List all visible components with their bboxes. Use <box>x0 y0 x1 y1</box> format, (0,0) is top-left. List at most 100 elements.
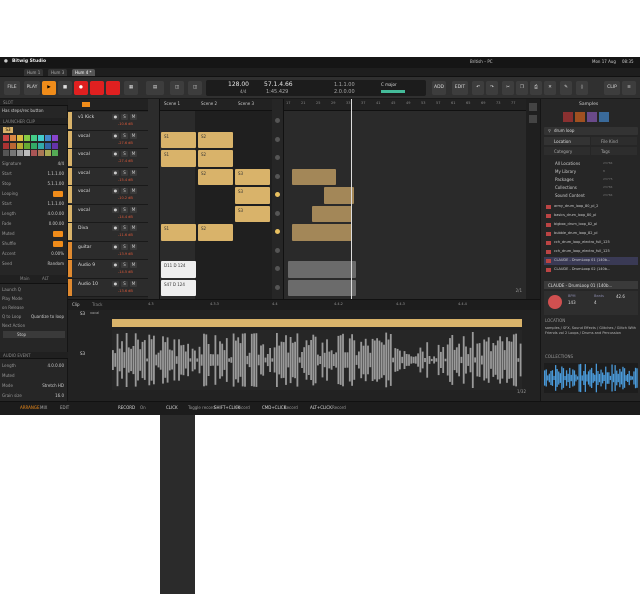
play-mode-row[interactable]: Play Mode <box>2 296 66 303</box>
record-arm-button[interactable]: ● <box>112 207 119 213</box>
launcher-clip[interactable]: D11 D 124 <box>161 261 196 278</box>
track-stop-icon[interactable] <box>275 285 280 290</box>
palette-swatch[interactable] <box>45 143 51 149</box>
track-stop-icon[interactable] <box>275 211 280 216</box>
app-name[interactable]: Bitwig Studio <box>12 60 46 65</box>
sample-file-item[interactable]: basics_drum_loop_80_pl <box>544 212 638 220</box>
devices-tab-icon[interactable] <box>563 112 573 122</box>
audio-waveform-editor[interactable] <box>112 330 522 390</box>
key-selector[interactable]: C major <box>381 83 397 87</box>
launcher-clip[interactable]: S1 <box>161 132 196 149</box>
samples-tab-icon[interactable] <box>587 112 597 122</box>
editor-ruler[interactable]: Clip Track 4.34.3.34.44.4.24.4.34.4.4 <box>68 300 540 310</box>
mute-button[interactable]: M <box>130 244 137 250</box>
empty-slot[interactable] <box>160 182 195 199</box>
arranger-audio-clip[interactable] <box>288 280 356 297</box>
loop-start[interactable]: 1.1.1.00 <box>334 83 355 88</box>
delete-icon[interactable]: ✕ <box>544 81 556 95</box>
track-name[interactable]: Diva <box>78 226 88 231</box>
track-header[interactable]: vocal-27.4 dB●SM <box>68 149 148 168</box>
track-volume[interactable]: -13.6 dB <box>118 289 133 293</box>
palette-swatch[interactable] <box>38 135 44 141</box>
inspector-row[interactable]: Accent0.00% <box>2 251 66 258</box>
arranger-clip[interactable] <box>292 169 336 186</box>
toggle-switch[interactable] <box>53 231 63 237</box>
track-stop-icon[interactable] <box>275 118 280 123</box>
palette-swatch[interactable] <box>10 135 16 141</box>
input-language[interactable]: British – PC <box>470 60 493 64</box>
track-stop-icon[interactable] <box>275 137 280 142</box>
track-volume[interactable]: -10.6 dB <box>118 122 133 126</box>
inspector-row[interactable]: Start1.1.1.00 <box>2 201 66 208</box>
palette-swatch[interactable] <box>45 150 51 156</box>
presets-tab-icon[interactable] <box>575 112 585 122</box>
empty-slot[interactable] <box>160 446 195 463</box>
menu-icon[interactable]: ≡ <box>622 81 636 95</box>
track-name[interactable]: guitar <box>78 245 91 250</box>
device-icon[interactable] <box>529 115 537 123</box>
inspector-row[interactable]: Stop5.1.1.00 <box>2 181 66 188</box>
record-arm-button[interactable]: ● <box>112 244 119 250</box>
palette-swatch[interactable] <box>45 135 51 141</box>
empty-slot[interactable] <box>160 429 195 446</box>
location-filter[interactable]: Location <box>544 137 590 145</box>
empty-slot[interactable] <box>160 116 195 133</box>
mute-button[interactable]: M <box>130 207 137 213</box>
record-button[interactable]: ● <box>74 81 88 95</box>
arranger-clip[interactable] <box>324 187 354 204</box>
sample-file-item[interactable]: CLAUDE - DrumLoop 01 (140b... <box>544 257 638 265</box>
clip-name[interactable]: S3 <box>3 127 13 133</box>
tempo-value[interactable]: 128.00 <box>228 82 249 88</box>
launcher-clip[interactable]: S2 <box>198 224 233 241</box>
inspector-row[interactable]: Looping <box>2 191 66 198</box>
launcher-clip[interactable]: S3 <box>235 187 270 204</box>
track-name[interactable]: v1 Kick <box>78 115 94 120</box>
slot-name[interactable]: Has steps/rec button <box>2 108 66 115</box>
track-header[interactable]: Audio 10-13.6 dB●SM <box>68 279 148 298</box>
overdub-button[interactable] <box>106 81 120 95</box>
preview-waveform[interactable] <box>544 363 638 393</box>
palette-swatch[interactable] <box>52 135 58 141</box>
copy-icon[interactable]: ❐ <box>516 81 528 95</box>
track-name[interactable]: vocal <box>78 152 90 157</box>
sample-file-item[interactable]: CLAUDE - DrumLoop 02 (140b... <box>544 266 638 274</box>
track-stop-icon[interactable] <box>275 174 280 179</box>
launch-q-row[interactable]: Launch Q <box>2 287 66 294</box>
track-volume[interactable]: -27.6 dB <box>118 141 133 145</box>
record-arm-button[interactable]: ● <box>112 188 119 194</box>
solo-button[interactable]: S <box>121 244 128 250</box>
q-to-loop-row[interactable]: Q to LoopQuantize to loop <box>2 314 66 321</box>
track-header[interactable]: vocal-27.6 dB●SM <box>68 131 148 150</box>
tab-hum1[interactable]: Hum 1 <box>24 69 43 76</box>
track-name[interactable]: Audio 10 <box>78 282 98 287</box>
empty-slot[interactable] <box>160 198 195 215</box>
toggle-switch[interactable] <box>53 191 63 197</box>
editor-tab-track[interactable]: Track <box>92 303 102 307</box>
play-menu-button[interactable]: PLAY <box>24 81 40 95</box>
sample-file-item[interactable]: cch_drum_loop_electro_full_125 <box>544 239 638 247</box>
palette-swatch[interactable] <box>3 150 9 156</box>
launcher-clip[interactable]: S2 <box>198 150 233 167</box>
inspector-row[interactable]: Length4.0.0.00 <box>2 211 66 218</box>
empty-slot[interactable] <box>160 545 195 562</box>
track-name[interactable]: vocal <box>78 171 90 176</box>
mute-button[interactable]: M <box>130 281 137 287</box>
track-name[interactable]: vocal <box>78 134 90 139</box>
track-volume[interactable]: -10.2 dB <box>118 196 133 200</box>
tab-hum4[interactable]: Hum 4 * <box>72 69 95 76</box>
scene-header[interactable]: Scene 2 <box>201 102 217 106</box>
undo-icon[interactable]: ↶ <box>472 81 484 95</box>
track-name[interactable]: vocal <box>78 189 90 194</box>
sample-file-item[interactable]: army_drum_loop_80_pl_2 <box>544 203 638 211</box>
edit-button[interactable]: EDIT <box>452 81 468 95</box>
audio-event-row[interactable]: Muted <box>2 373 66 380</box>
launcher-clip[interactable]: S2 <box>198 132 233 149</box>
solo-button[interactable]: S <box>121 151 128 157</box>
palette-swatch[interactable] <box>52 143 58 149</box>
solo-button[interactable]: S <box>121 262 128 268</box>
file-kind-filter[interactable]: File Kind <box>591 137 637 145</box>
timeline-ruler[interactable]: 17212529333741454953576165697377 <box>284 99 526 111</box>
record-arm-button[interactable]: ● <box>112 281 119 287</box>
stop-button[interactable]: ■ <box>58 81 72 95</box>
time-signature[interactable]: 4/4 <box>240 90 246 94</box>
